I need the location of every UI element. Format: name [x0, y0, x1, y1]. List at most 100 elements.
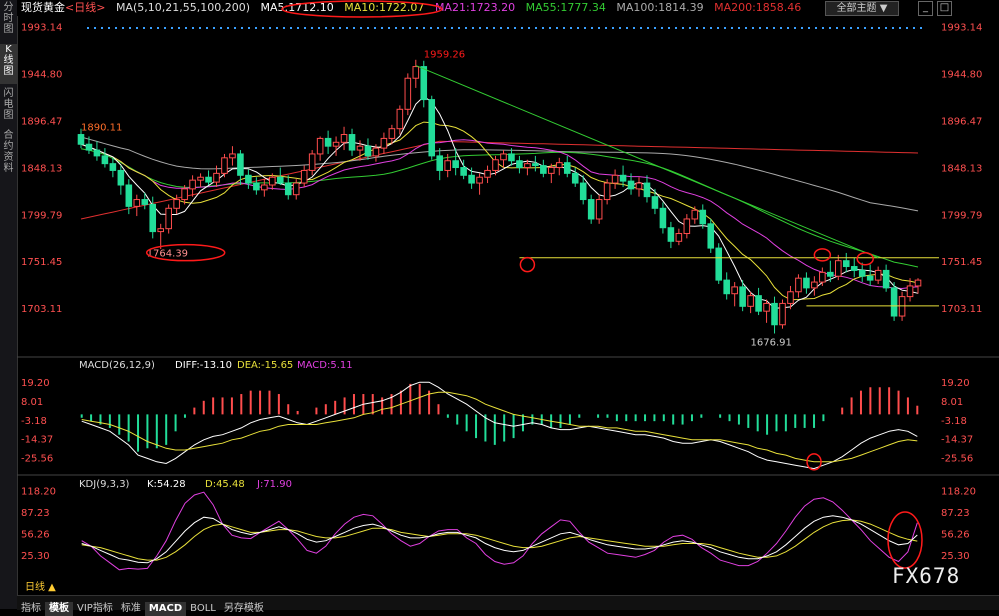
price-tick-left-4: 1799.79 — [21, 210, 62, 221]
candle-body — [253, 182, 260, 191]
candle-body — [874, 269, 882, 281]
sidebar-tab-0[interactable]: 分 时 图 — [0, 2, 17, 42]
price-tick-left-0: 1993.14 — [21, 23, 62, 34]
candle-body — [388, 128, 396, 139]
kdj-tick-right-2: 56.26 — [941, 530, 970, 541]
candle-body — [380, 137, 388, 149]
indicator-tab-5[interactable]: BOLL — [186, 602, 220, 616]
kdj-tick-left-3: 25.30 — [21, 551, 50, 562]
candle-body — [747, 295, 754, 307]
candle-body — [850, 266, 858, 271]
candle-body — [109, 163, 117, 171]
candle-body — [842, 260, 850, 268]
candle-body — [133, 199, 141, 207]
kdj-k-label: K:54.28 — [147, 479, 186, 490]
candle-body — [699, 209, 707, 225]
candle-body — [763, 302, 770, 312]
candle-body — [229, 153, 236, 159]
price-tick-left-1: 1944.80 — [21, 70, 62, 81]
sidebar-tab-2[interactable]: 闪 电 图 — [0, 88, 17, 126]
macd-dea-line — [81, 391, 918, 463]
candle-body — [827, 271, 834, 277]
candle-body — [683, 218, 691, 235]
candle-body — [237, 153, 244, 176]
macd-diff-label: DIFF:-13.10 — [175, 360, 232, 371]
candle-body — [460, 167, 467, 176]
indicator-tab-3[interactable]: 标准 — [117, 602, 145, 616]
period-selector[interactable]: 日线 ▲ — [25, 582, 56, 593]
sidebar-tab-3[interactable]: 合 约 资 料 — [0, 130, 17, 180]
annotation-circle-a — [519, 256, 536, 273]
macd-diff-line — [81, 381, 918, 470]
candle-body — [819, 271, 826, 283]
indicator-tabs: 指标 模板 VIP指标 标准 MACD BOLL 另存模板 — [17, 595, 999, 616]
candle-body — [181, 188, 188, 201]
candle-body — [548, 167, 555, 174]
candle-body — [117, 169, 125, 186]
candle-body — [396, 108, 404, 130]
indicator-tab-0[interactable]: 指标 — [17, 602, 45, 616]
annotation-circle-c — [856, 252, 874, 266]
candle-body — [197, 176, 204, 181]
annotation-left: 1890.11 — [81, 123, 122, 134]
candle-body — [308, 153, 316, 171]
price-tick-left-2: 1896.47 — [21, 116, 62, 127]
candle-body — [316, 137, 324, 155]
candle-body — [835, 260, 842, 277]
candle-body — [340, 134, 348, 143]
candle-body — [771, 302, 778, 326]
indicator-tab-4[interactable]: MACD — [144, 602, 187, 616]
candle-body — [675, 233, 683, 242]
price-tick-right-5: 1751.45 — [941, 257, 982, 268]
indicator-tab-6[interactable]: 另存模板 — [220, 602, 268, 616]
candle-body — [858, 269, 866, 277]
annotation-low2: 1676.91 — [751, 338, 792, 349]
macd-tick-left-0: 19.20 — [21, 378, 50, 389]
period-bar: 日线 ▲ — [17, 582, 999, 594]
candle-body — [404, 77, 412, 110]
candle-body — [715, 247, 723, 281]
candle-body — [500, 153, 507, 161]
candle-body — [571, 172, 579, 184]
candle-body — [245, 174, 252, 184]
candle-body — [890, 287, 898, 317]
candle-body — [508, 153, 515, 162]
candle-body — [492, 159, 499, 171]
candle-body — [436, 155, 444, 171]
candle-body — [563, 162, 571, 174]
candle-body — [125, 184, 133, 207]
candle-body — [516, 160, 523, 169]
chart-area[interactable]: 1993.14 1993.14 1944.80 1944.80 1896.47 1896.… — [17, 0, 999, 582]
macd-tick-left-2: -3.18 — [21, 416, 47, 427]
candle-body — [468, 174, 475, 184]
price-tick-left-3: 1848.13 — [21, 163, 62, 174]
candle-body — [484, 169, 491, 178]
candle-body — [611, 174, 619, 184]
candle-body — [524, 163, 531, 169]
candle-body — [412, 66, 420, 79]
macd-tick-right-1: 8.01 — [941, 397, 963, 408]
kdj-j-line — [81, 491, 918, 571]
price-tick-right-2: 1896.47 — [941, 116, 982, 127]
candle-body — [324, 137, 332, 147]
ma55-line — [80, 148, 919, 268]
price-tick-left-5: 1751.45 — [21, 257, 62, 268]
candle-body — [707, 223, 715, 249]
candle-body — [587, 199, 595, 220]
macd-dea-label: DEA:-15.65 — [237, 360, 293, 371]
candle-body — [795, 277, 802, 293]
indicator-tab-2[interactable]: VIP指标 — [73, 602, 117, 616]
candle-body — [723, 279, 730, 295]
kdj-tick-left-2: 56.26 — [21, 530, 50, 541]
candle-body — [189, 179, 196, 190]
candle-body — [205, 176, 212, 183]
macd-tick-left-3: -14.37 — [21, 435, 53, 446]
candle-body — [284, 182, 292, 196]
sidebar-tab-1[interactable]: K 线 图 — [0, 44, 17, 84]
candle-body — [579, 182, 587, 201]
candle-body — [619, 174, 627, 182]
candle-body — [356, 145, 364, 151]
candle-body — [452, 160, 459, 169]
candle-body — [213, 172, 220, 183]
indicator-tab-1[interactable]: 模板 — [45, 602, 73, 616]
